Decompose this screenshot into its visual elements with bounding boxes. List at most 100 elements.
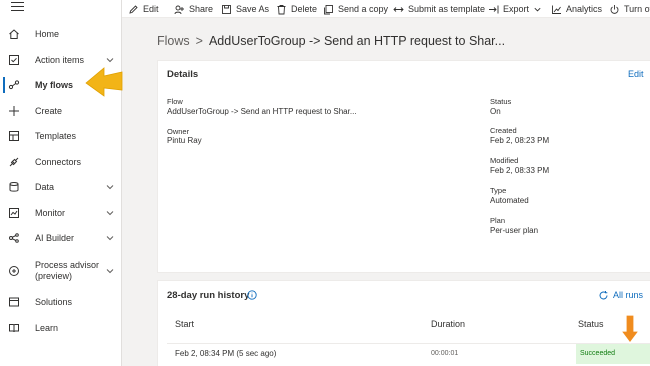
type-value: Automated (490, 196, 529, 205)
chevron-down-icon[interactable] (105, 208, 115, 218)
edit-label: Edit (143, 4, 159, 14)
chevron-down-icon[interactable] (105, 266, 115, 276)
hamburger-menu-icon[interactable] (11, 2, 24, 12)
nav-label: Process advisor (preview) (35, 260, 100, 281)
run-start[interactable]: Feb 2, 08:34 PM (5 sec ago) (175, 349, 276, 358)
nav-label: Monitor (35, 207, 66, 218)
refresh-icon[interactable] (598, 290, 609, 301)
analytics-label: Analytics (566, 4, 603, 14)
annotation-arrow-down-icon (620, 314, 640, 344)
status-label: Status (490, 97, 512, 106)
chevron-down-icon[interactable] (105, 233, 115, 243)
details-card: Details Edit Flow AddUserToGroup -> Send… (157, 60, 650, 273)
save-icon (222, 4, 231, 14)
run-history-card: 28-day run history All runs Start Durati… (157, 280, 650, 366)
plan-value: Per-user plan (490, 226, 539, 235)
nav-label: My flows (35, 79, 74, 90)
breadcrumb-flows-link[interactable]: Flows (157, 34, 190, 48)
nav-item-templates[interactable]: Templates (0, 124, 122, 148)
owner-label: Owner (167, 127, 190, 136)
monitor-icon (8, 207, 20, 219)
checklist-icon (8, 54, 20, 66)
share-icon (174, 5, 184, 14)
process-advisor-icon (8, 265, 20, 277)
command-bar: Edit Share Save As Delete Send a copy Su… (122, 0, 650, 18)
ai-builder-icon (8, 232, 20, 244)
turn-off-button[interactable]: Turn of (609, 1, 650, 17)
nav-item-create[interactable]: Create (0, 99, 122, 123)
nav-label: Learn (35, 322, 59, 333)
nav-item-ai-builder[interactable]: AI Builder (0, 226, 122, 250)
nav-item-monitor[interactable]: Monitor (0, 201, 122, 225)
nav-item-connectors[interactable]: Connectors (0, 150, 122, 174)
table-row[interactable]: Feb 2, 08:34 PM (5 sec ago) 00:00:01 Suc… (167, 344, 650, 364)
edit-button[interactable]: Edit (128, 1, 159, 17)
nav-item-home[interactable]: Home (0, 22, 122, 46)
left-nav: Home Action items My flows Create Templa… (0, 0, 122, 366)
analytics-button[interactable]: Analytics (551, 1, 602, 17)
flow-icon (8, 79, 20, 91)
type-label: Type (490, 186, 507, 195)
submit-template-button[interactable]: Submit as template (393, 1, 485, 17)
copy-icon (324, 4, 333, 14)
flow-value: AddUserToGroup -> Send an HTTP request t… (167, 107, 357, 116)
home-icon (8, 28, 20, 40)
plus-icon (8, 105, 20, 117)
export-icon (489, 5, 499, 13)
nav-label: Templates (35, 130, 77, 141)
nav-label: Solutions (35, 296, 73, 307)
page-title: AddUserToGroup -> Send an HTTP request t… (208, 34, 506, 48)
pencil-icon (129, 4, 138, 14)
details-edit-link[interactable]: Edit (628, 69, 644, 79)
database-icon (8, 181, 20, 193)
solutions-icon (8, 296, 20, 308)
modified-label: Modified (490, 156, 519, 165)
all-runs-link[interactable]: All runs (613, 290, 643, 300)
submit-template-label: Submit as template (408, 4, 486, 14)
nav-item-learn[interactable]: Learn (0, 316, 122, 340)
run-history-title: 28-day run history (167, 290, 250, 301)
col-status: Status (578, 319, 604, 329)
send-copy-label: Send a copy (338, 4, 389, 14)
info-icon[interactable] (247, 290, 257, 300)
run-duration: 00:00:01 (431, 350, 459, 357)
export-label: Export (503, 4, 530, 14)
save-as-button[interactable]: Save As (221, 1, 269, 17)
nav-label: Home (35, 28, 60, 39)
chevron-down-icon[interactable] (105, 182, 115, 192)
send-copy-button[interactable]: Send a copy (323, 1, 388, 17)
flow-label: Flow (167, 97, 183, 106)
status-badge: Succeeded (576, 344, 650, 364)
col-start: Start (175, 319, 195, 329)
book-icon (8, 322, 20, 334)
delete-label: Delete (291, 4, 318, 14)
nav-item-process-advisor[interactable]: Process advisor (preview) (0, 258, 122, 284)
col-duration: Duration (431, 319, 466, 329)
nav-label: Data (35, 181, 55, 192)
plan-label: Plan (490, 216, 506, 225)
turn-off-label: Turn of (624, 4, 650, 14)
chevron-down-icon (534, 7, 541, 11)
nav-label: AI Builder (35, 232, 75, 243)
export-button[interactable]: Export (488, 1, 546, 17)
created-value: Feb 2, 08:23 PM (490, 136, 550, 145)
connector-icon (8, 156, 20, 168)
nav-item-solutions[interactable]: Solutions (0, 290, 122, 314)
created-label: Created (490, 126, 517, 135)
share-button[interactable]: Share (174, 1, 213, 17)
save-as-label: Save As (236, 4, 270, 14)
modified-value: Feb 2, 08:33 PM (490, 166, 550, 175)
nav-label: Action items (35, 54, 85, 65)
trash-icon (277, 4, 286, 14)
breadcrumb: Flows > AddUserToGroup -> Send an HTTP req… (157, 34, 505, 48)
status-value: On (490, 107, 501, 116)
breadcrumb-separator: > (195, 34, 203, 48)
annotation-arrow-left-icon (85, 67, 123, 97)
analytics-icon (552, 5, 561, 14)
nav-label: Create (35, 105, 63, 116)
power-icon (610, 4, 619, 14)
nav-item-data[interactable]: Data (0, 175, 122, 199)
delete-button[interactable]: Delete (276, 1, 317, 17)
share-label: Share (189, 4, 214, 14)
nav-label: Connectors (35, 156, 82, 167)
